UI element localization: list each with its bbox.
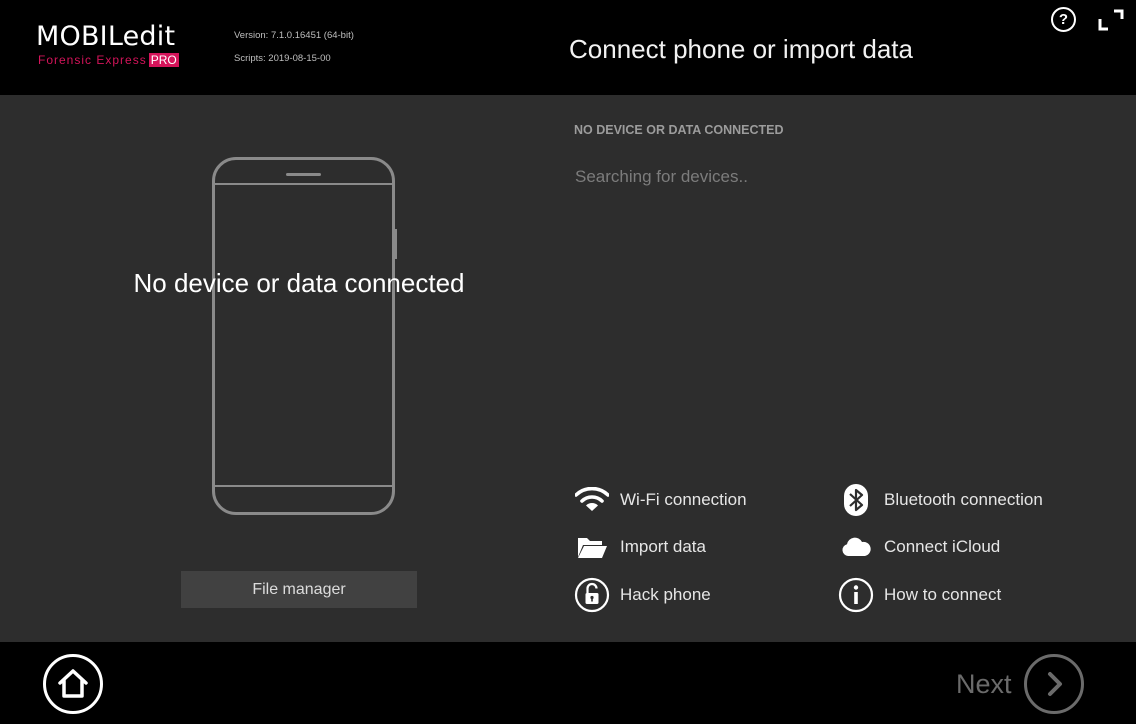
phone-side-button — [394, 229, 397, 259]
version-text: Version: 7.1.0.16451 (64-bit) — [234, 30, 354, 41]
how-to-connect-button[interactable]: How to connect — [838, 577, 1001, 613]
footer-bar: Next — [0, 642, 1136, 724]
logo-pro-badge: PRO — [148, 53, 179, 67]
home-button[interactable] — [43, 654, 103, 714]
header-bar: MOBILedit Forensic Express PRO Version: 7… — [0, 0, 1136, 95]
phone-screen-bottom-edge — [212, 485, 395, 487]
fullscreen-button[interactable] — [1096, 5, 1126, 35]
connect-icloud-button[interactable]: Connect iCloud — [838, 529, 1000, 565]
wifi-icon — [574, 482, 610, 518]
wifi-connection-button[interactable]: Wi-Fi connection — [574, 482, 747, 518]
phone-screen-top-edge — [212, 183, 395, 185]
folder-icon — [574, 529, 610, 565]
cloud-icon — [838, 529, 874, 565]
phone-outline-icon — [212, 157, 395, 515]
bluetooth-connection-label: Bluetooth connection — [884, 490, 1043, 509]
hack-phone-label: Hack phone — [620, 585, 711, 604]
scripts-version-text: Scripts: 2019-08-15-00 — [234, 53, 331, 64]
chevron-right-icon — [1023, 654, 1084, 714]
phone-speaker — [286, 173, 321, 176]
searching-status-text: Searching for devices.. — [575, 167, 748, 186]
next-label: Next — [956, 669, 1012, 699]
logo-edition-text: Forensic Express — [38, 53, 147, 67]
help-button[interactable]: ? — [1051, 7, 1076, 32]
bluetooth-connection-button[interactable]: Bluetooth connection — [838, 482, 1043, 518]
bluetooth-icon — [838, 482, 874, 518]
page-title: Connect phone or import data — [569, 34, 913, 64]
file-manager-button[interactable]: File manager — [181, 571, 417, 608]
next-button[interactable]: Next — [956, 654, 1084, 714]
connect-icloud-label: Connect iCloud — [884, 537, 1001, 556]
how-to-connect-label: How to connect — [884, 585, 1002, 604]
wifi-connection-label: Wi-Fi connection — [620, 490, 747, 509]
no-device-message: No device or data connected — [133, 268, 465, 298]
import-data-button[interactable]: Import data — [574, 529, 706, 565]
info-icon — [838, 577, 874, 613]
home-icon — [58, 669, 88, 698]
app-logo-subtitle: Forensic Express PRO — [38, 53, 179, 67]
fullscreen-icon — [1098, 9, 1124, 31]
app-logo-title: MOBILedit — [36, 21, 176, 52]
question-icon: ? — [1058, 11, 1069, 28]
unlock-icon — [574, 577, 610, 613]
connection-status-label: NO DEVICE OR DATA CONNECTED — [574, 123, 784, 137]
import-data-label: Import data — [620, 537, 706, 556]
hack-phone-button[interactable]: Hack phone — [574, 577, 711, 613]
